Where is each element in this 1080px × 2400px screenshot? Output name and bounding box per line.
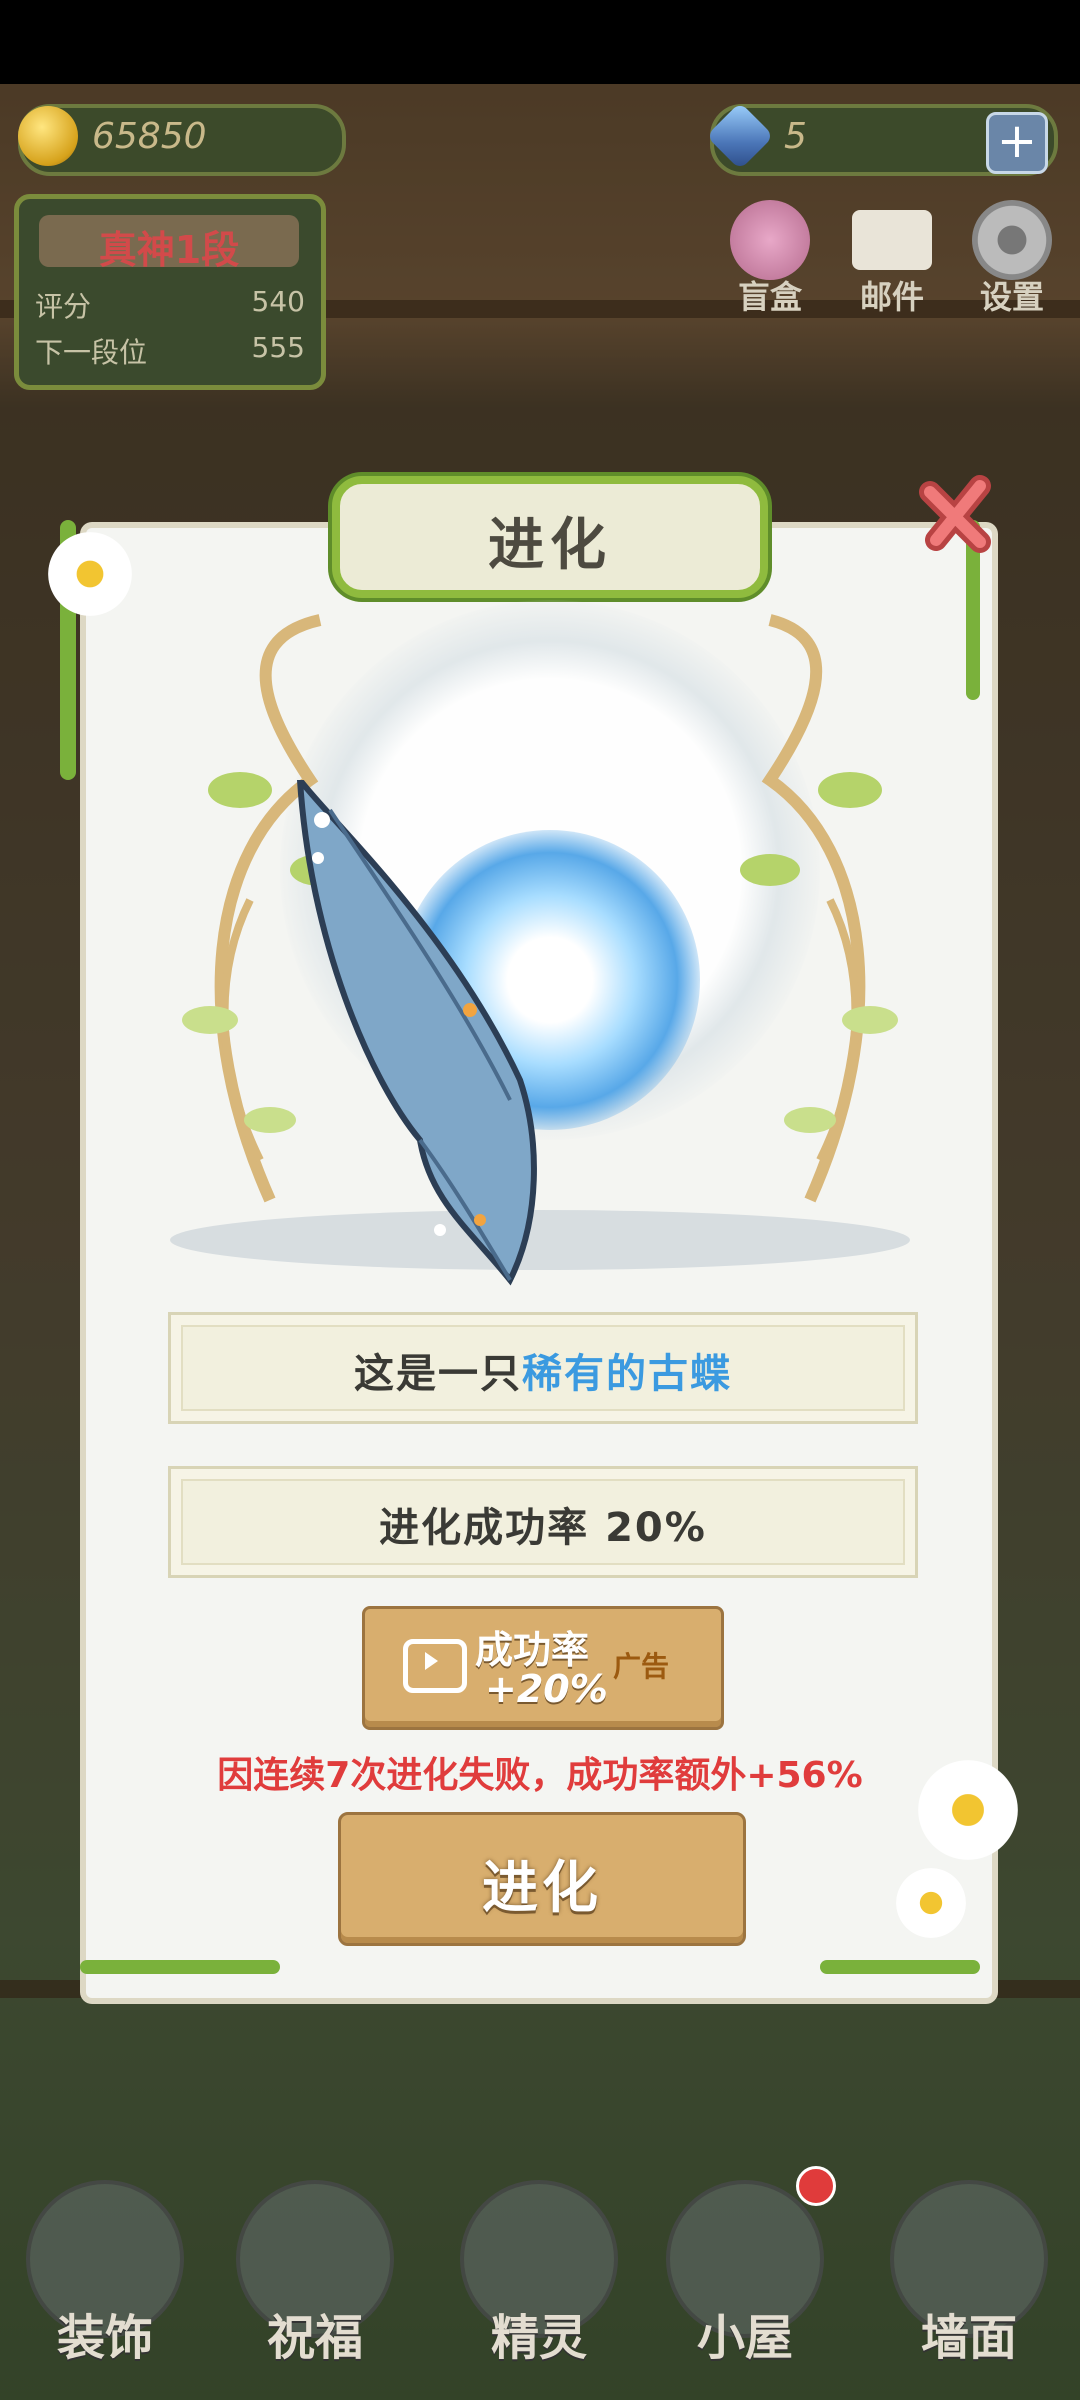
next-rank-value: 555 — [251, 331, 305, 364]
gold-counter: 65850 — [18, 104, 346, 176]
mail-label: 邮件 — [859, 278, 924, 316]
success-rate-box: 进化成功率 20% — [168, 1466, 918, 1578]
fail-streak-note: 因连续7次进化失败，成功率额外+56% — [217, 1755, 863, 1796]
description-prefix: 这是一只 — [354, 1351, 522, 1397]
add-gems-button[interactable]: + — [986, 112, 1048, 174]
ad-button-line1: 成功率 — [475, 1628, 590, 1672]
close-icon — [919, 475, 991, 553]
daisy-icon — [48, 532, 132, 616]
success-rate-text: 进化成功率 20% — [379, 1505, 707, 1551]
nav-wall[interactable]: 墙面 — [884, 2180, 1054, 2368]
description-box: 这是一只稀有的古蝶 — [168, 1312, 918, 1424]
ad-button-line2: +20% — [485, 1667, 608, 1711]
notification-dot — [796, 2166, 836, 2206]
rank-title: 真神1段 — [98, 228, 240, 272]
mail-button[interactable]: 邮件 — [842, 200, 942, 318]
nav-decor-label: 装饰 — [56, 2310, 153, 2366]
gem-counter: 5 + — [706, 102, 1058, 176]
nav-blessing-label: 祝福 — [266, 2310, 363, 2366]
rank-panel[interactable]: 真神1段 评分 540 下一段位 555 — [14, 194, 326, 390]
nav-wall-label: 墙面 — [920, 2310, 1017, 2366]
butterfly-wing-icon — [296, 780, 537, 1286]
play-icon — [425, 1652, 438, 1670]
gold-value: 65850 — [92, 116, 207, 157]
ad-boost-button[interactable]: 成功率 +20% 广告 — [362, 1606, 724, 1730]
gold-coin-icon — [18, 106, 78, 166]
vine-decoration — [80, 1960, 280, 1974]
blind-box-label: 盲盒 — [737, 278, 802, 316]
vine-decoration — [820, 1960, 980, 1974]
nav-house-label: 小屋 — [696, 2310, 793, 2366]
description-text: 这是一只稀有的古蝶 — [171, 1341, 915, 1399]
next-rank-row: 下一段位 555 — [35, 331, 305, 371]
score-value: 540 — [251, 285, 305, 318]
settings-label: 设置 — [979, 278, 1044, 316]
settings-button[interactable]: 设置 — [962, 200, 1062, 318]
nav-blessing[interactable]: 祝福 — [230, 2180, 400, 2368]
evolve-button-label: 进化 — [482, 1856, 602, 1921]
blind-box-button[interactable]: 盲盒 — [720, 200, 820, 318]
nav-decor[interactable]: 装饰 — [20, 2180, 190, 2368]
next-rank-label: 下一段位 — [35, 336, 148, 369]
nav-spirit-label: 精灵 — [490, 2310, 587, 2366]
gem-value: 5 — [784, 116, 807, 157]
evolution-stage — [150, 600, 930, 1300]
mail-icon — [852, 210, 932, 270]
nav-house[interactable]: 小屋 — [660, 2180, 830, 2368]
nav-spirit[interactable]: 精灵 — [454, 2180, 624, 2368]
dialog-title-box: 进化 — [332, 476, 768, 598]
ad-tag: 广告 — [613, 1650, 670, 1683]
close-button[interactable] — [908, 464, 1008, 564]
rarity-highlight: 稀有的古蝶 — [522, 1351, 732, 1397]
evolve-button[interactable]: 进化 — [338, 1812, 746, 1946]
blind-box-icon — [730, 200, 810, 280]
status-bar — [0, 0, 1080, 84]
daisy-icon — [896, 1868, 966, 1938]
score-label: 评分 — [35, 290, 92, 323]
gear-icon — [972, 200, 1052, 280]
dialog-title: 进化 — [488, 513, 612, 578]
rank-title-box: 真神1段 — [39, 215, 299, 272]
score-row: 评分 540 — [35, 285, 305, 325]
tv-icon — [403, 1639, 467, 1693]
